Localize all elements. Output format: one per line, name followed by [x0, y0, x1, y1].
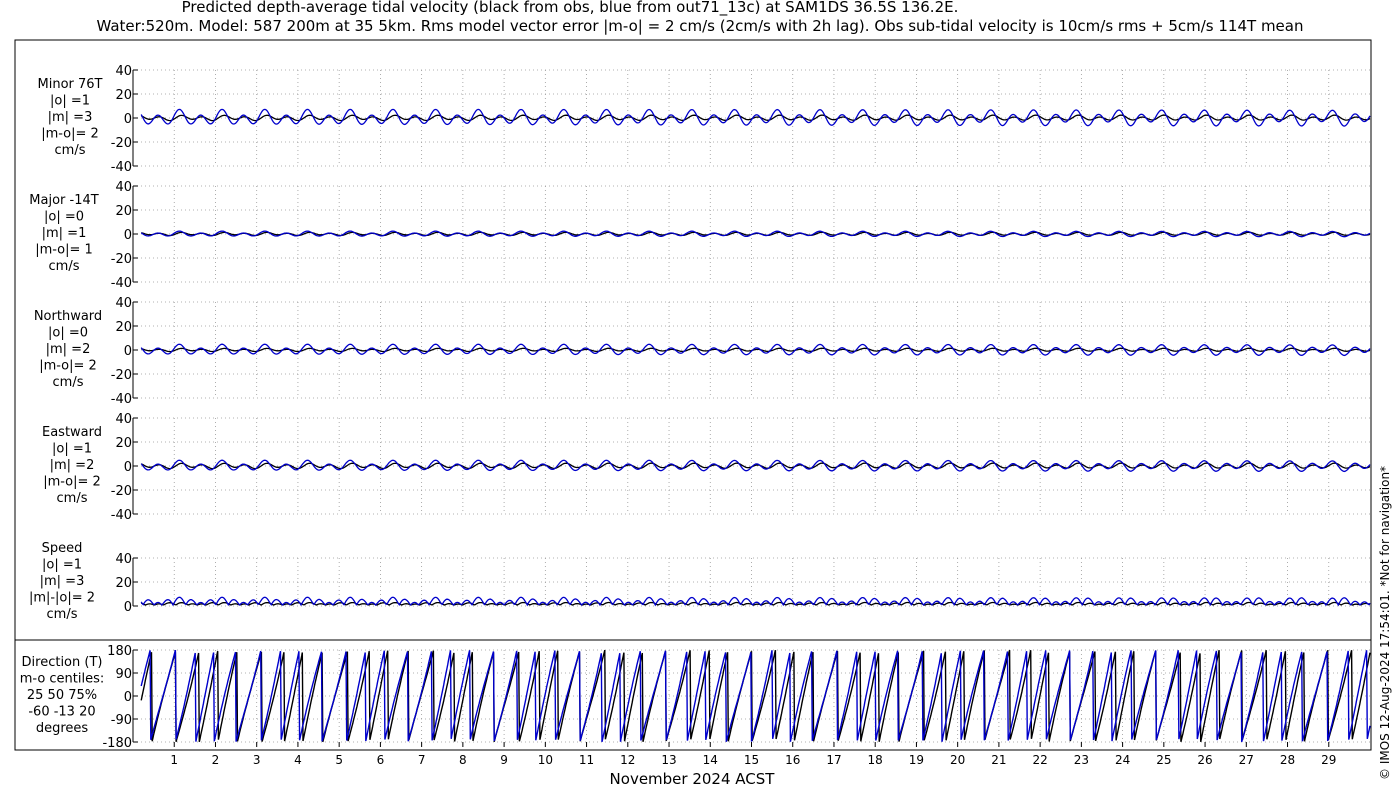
x-tick-label: 24	[1115, 753, 1130, 767]
y-tick-label: -20	[111, 368, 132, 383]
y-tick-label: -90	[111, 713, 132, 728]
x-tick-label: 11	[579, 753, 594, 767]
tidal-velocity-chart: 40200-20-40Minor 76T|o| =1|m| =3|m-o|= 2…	[14, 39, 1372, 788]
panel-label-speed: cm/s	[47, 607, 78, 622]
y-tick-label: 0	[124, 460, 132, 475]
y-tick-label: 40	[115, 180, 132, 195]
panel-label-direction: -60 -13 20	[28, 705, 95, 720]
x-tick-label: 4	[294, 753, 302, 767]
panel-label-eastward: cm/s	[57, 491, 88, 506]
upper-frame	[14, 39, 1372, 641]
y-tick-label: 40	[115, 412, 132, 427]
panel-label-northward: |m| =2	[46, 342, 91, 357]
x-axis-label: November 2024 ACST	[610, 770, 776, 788]
y-tick-label: 40	[115, 64, 132, 79]
y-tick-label: 20	[115, 576, 132, 591]
x-tick-label: 13	[661, 753, 676, 767]
y-tick-label: 40	[115, 552, 132, 567]
panel-label-northward: |o| =0	[48, 326, 88, 341]
x-tick-label: 28	[1280, 753, 1295, 767]
x-tick-label: 17	[826, 753, 841, 767]
x-tick-label: 14	[703, 753, 718, 767]
y-tick-label: 0	[124, 112, 132, 127]
y-tick-label: 0	[124, 344, 132, 359]
y-tick-label: 0	[124, 600, 132, 615]
y-tick-label: 0	[124, 228, 132, 243]
x-tick-label: 22	[1032, 753, 1047, 767]
x-tick-label: 27	[1239, 753, 1254, 767]
panel-label-eastward: |m| =2	[50, 458, 95, 473]
panel-label-direction: degrees	[36, 721, 89, 736]
panel-label-major: |o| =0	[44, 210, 84, 225]
y-tick-label: 20	[115, 436, 132, 451]
panel-label-northward: Northward	[34, 309, 102, 324]
x-tick-label: 2	[212, 753, 220, 767]
y-tick-label: -20	[111, 136, 132, 151]
x-tick-label: 9	[500, 753, 508, 767]
x-tick-label: 8	[459, 753, 467, 767]
panel-label-eastward: |o| =1	[52, 442, 92, 457]
y-tick-label: -40	[111, 392, 132, 407]
panel-label-eastward: Eastward	[42, 425, 102, 440]
y-tick-label: 20	[115, 204, 132, 219]
panel-label-major: |m-o|= 1	[35, 243, 93, 258]
x-tick-label: 26	[1197, 753, 1212, 767]
y-tick-label: 180	[107, 644, 132, 659]
panel-label-direction: m-o centiles:	[20, 672, 105, 687]
panel-label-speed: |o| =1	[42, 558, 82, 573]
panel-label-major: cm/s	[49, 259, 80, 274]
x-tick-label: 15	[744, 753, 759, 767]
x-tick-label: 18	[868, 753, 883, 767]
y-tick-label: 40	[115, 296, 132, 311]
panel-label-northward: cm/s	[53, 375, 84, 390]
panel-label-major: |m| =1	[42, 226, 87, 241]
y-tick-label: -40	[111, 160, 132, 175]
x-tick-label: 25	[1156, 753, 1171, 767]
panel-label-major: Major -14T	[29, 193, 98, 208]
x-tick-label: 19	[909, 753, 924, 767]
x-tick-label: 10	[538, 753, 553, 767]
x-tick-label: 6	[377, 753, 385, 767]
panel-label-direction: Direction (T)	[22, 655, 103, 670]
panel-label-direction: 25 50 75%	[27, 688, 97, 703]
y-tick-label: -40	[111, 276, 132, 291]
x-tick-label: 1	[170, 753, 178, 767]
panel-label-minor: |m| =3	[48, 110, 93, 125]
panel-label-northward: |m-o|= 2	[39, 359, 97, 374]
y-tick-label: 0	[124, 690, 132, 705]
y-tick-label: -40	[111, 508, 132, 523]
panel-label-minor: |m-o|= 2	[41, 127, 99, 142]
x-tick-label: 5	[335, 753, 343, 767]
y-tick-label: 20	[115, 88, 132, 103]
y-tick-label: 20	[115, 320, 132, 335]
x-tick-label: 7	[418, 753, 426, 767]
x-tick-label: 20	[950, 753, 965, 767]
x-tick-label: 23	[1074, 753, 1089, 767]
panel-label-minor: cm/s	[55, 143, 86, 158]
panel-label-speed: |m|-|o|= 2	[29, 591, 95, 606]
panel-label-minor: |o| =1	[50, 94, 90, 109]
x-tick-label: 21	[991, 753, 1006, 767]
y-tick-label: -20	[111, 484, 132, 499]
panel-label-speed: Speed	[42, 541, 83, 556]
x-tick-label: 3	[253, 753, 261, 767]
panel-label-speed: |m| =3	[40, 574, 85, 589]
panel-label-eastward: |m-o|= 2	[43, 475, 101, 490]
x-tick-label: 12	[620, 753, 635, 767]
x-tick-label: 16	[785, 753, 800, 767]
panel-label-minor: Minor 76T	[38, 77, 103, 92]
y-tick-label: -180	[102, 736, 132, 751]
y-tick-label: -20	[111, 252, 132, 267]
y-tick-label: 90	[115, 667, 132, 682]
x-tick-label: 29	[1321, 753, 1336, 767]
